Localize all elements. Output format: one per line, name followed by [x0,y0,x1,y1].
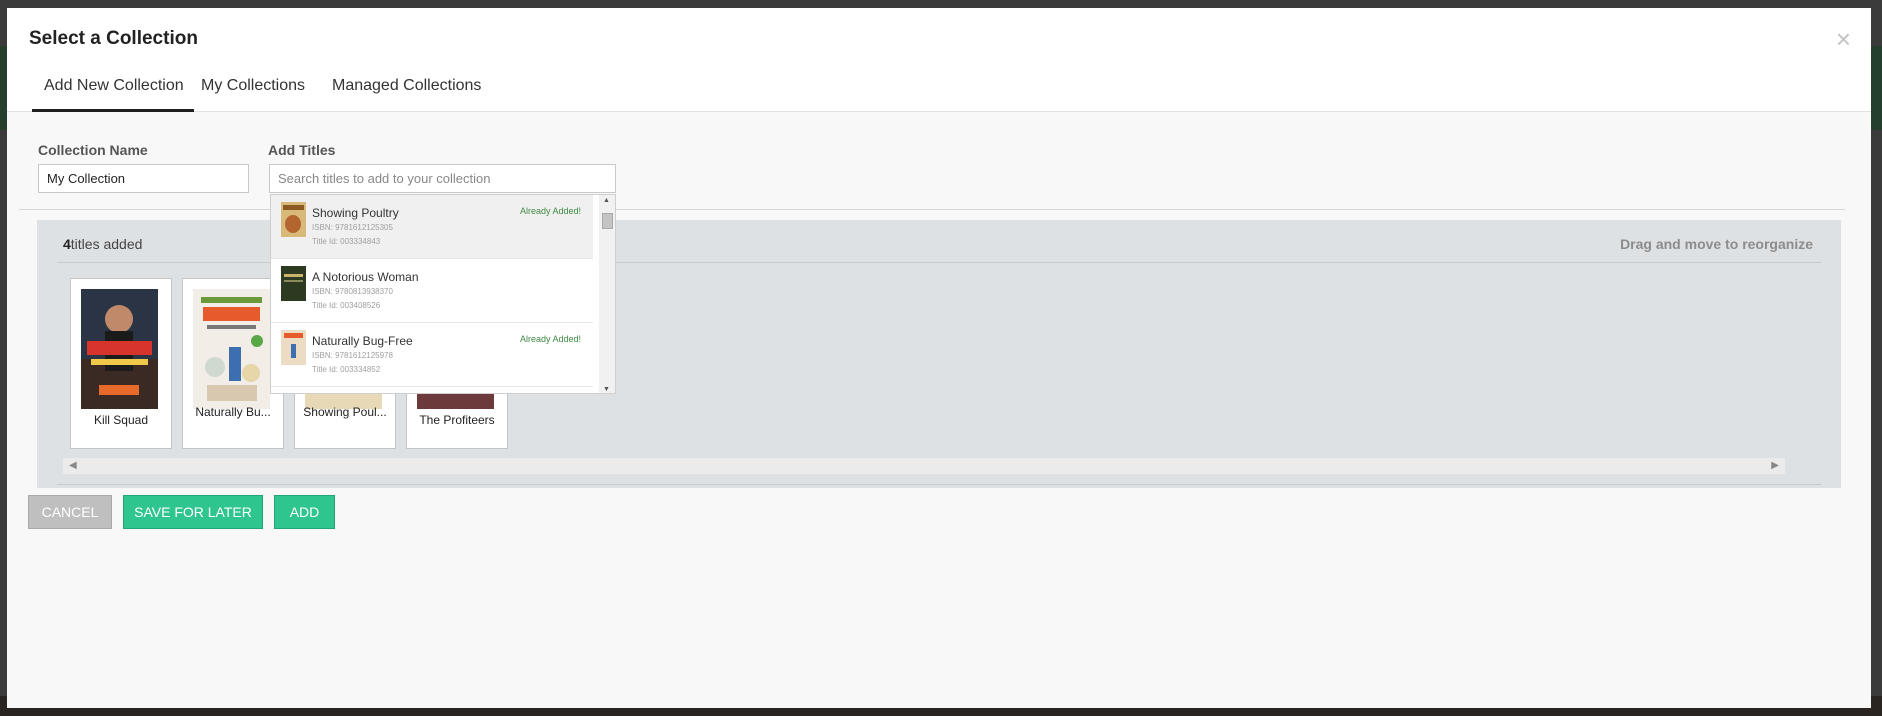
result-title: Naturally Bug-Free [312,334,413,348]
modal-title: Select a Collection [29,28,198,49]
result-thumbnail [281,266,306,301]
result-title: A Notorious Woman [312,270,419,284]
tab-my-collections[interactable]: My Collections [201,77,305,95]
modal-header: Select a Collection × Add New Collection… [7,8,1871,112]
book-cover-image [81,289,158,409]
search-result-item[interactable]: A Notorious Woman ISBN: 9780813938370 Ti… [271,259,593,323]
select-collection-modal: Select a Collection × Add New Collection… [7,8,1871,708]
already-added-badge: Already Added! [519,206,581,216]
cancel-button[interactable]: CANCEL [28,495,112,529]
title-card-label: The Profiteers [419,413,495,427]
tab-add-new-collection[interactable]: Add New Collection [44,77,184,95]
book-cover-image [193,289,270,409]
save-for-later-button[interactable]: SAVE FOR LATER [123,495,263,529]
result-isbn: ISBN: 9780813938370 [312,287,393,296]
title-card[interactable]: Naturally Bu... [182,278,284,449]
result-thumbnail [281,330,306,365]
result-title-id: Title Id: 003334852 [312,365,381,374]
add-titles-search-input[interactable] [269,164,616,193]
scrollbar-thumb[interactable] [602,213,613,229]
scroll-left-arrow-icon[interactable]: ◀ [69,458,77,474]
result-title-id: Title Id: 003408526 [312,301,381,310]
search-result-item[interactable]: Naturally Bug-Free ISBN: 9781612125978 T… [271,323,593,387]
scroll-right-arrow-icon[interactable]: ▶ [1771,458,1779,474]
vertical-scrollbar[interactable]: ▲ ▼ [599,195,615,393]
title-card-label: Kill Squad [93,413,149,427]
already-added-badge: Already Added! [519,334,581,344]
search-results-dropdown: Showing Poultry ISBN: 9781612125305 Titl… [270,194,616,394]
scroll-up-arrow-icon[interactable]: ▲ [603,197,610,204]
add-button[interactable]: ADD [274,495,335,529]
horizontal-scrollbar[interactable]: ◀ ▶ [63,458,1785,474]
collection-name-input[interactable] [38,164,249,193]
title-card[interactable]: Kill Squad [70,278,172,449]
close-icon[interactable]: × [1836,26,1851,52]
titles-count-number: 4 [63,236,71,252]
add-titles-label: Add Titles [268,142,336,158]
titles-count: 4titles added [63,236,142,252]
title-card-label: Naturally Bu... [195,405,271,419]
scroll-down-arrow-icon[interactable]: ▼ [603,386,610,393]
result-title-id: Title Id: 003334843 [312,237,381,246]
panel-bottom-divider [57,484,1821,485]
titles-count-text: titles added [70,236,143,252]
collection-name-label: Collection Name [38,142,148,158]
title-card-label: Showing Poul... [303,405,387,419]
result-thumbnail [281,202,306,237]
active-tab-indicator [32,109,194,112]
result-isbn: ISBN: 9781612125305 [312,223,393,232]
result-isbn: ISBN: 9781612125978 [312,351,393,360]
search-result-item[interactable]: Showing Poultry ISBN: 9781612125305 Titl… [271,195,593,259]
tab-managed-collections[interactable]: Managed Collections [332,77,481,95]
drag-hint: Drag and move to reorganize [1620,236,1813,252]
result-title: Showing Poultry [312,206,399,220]
